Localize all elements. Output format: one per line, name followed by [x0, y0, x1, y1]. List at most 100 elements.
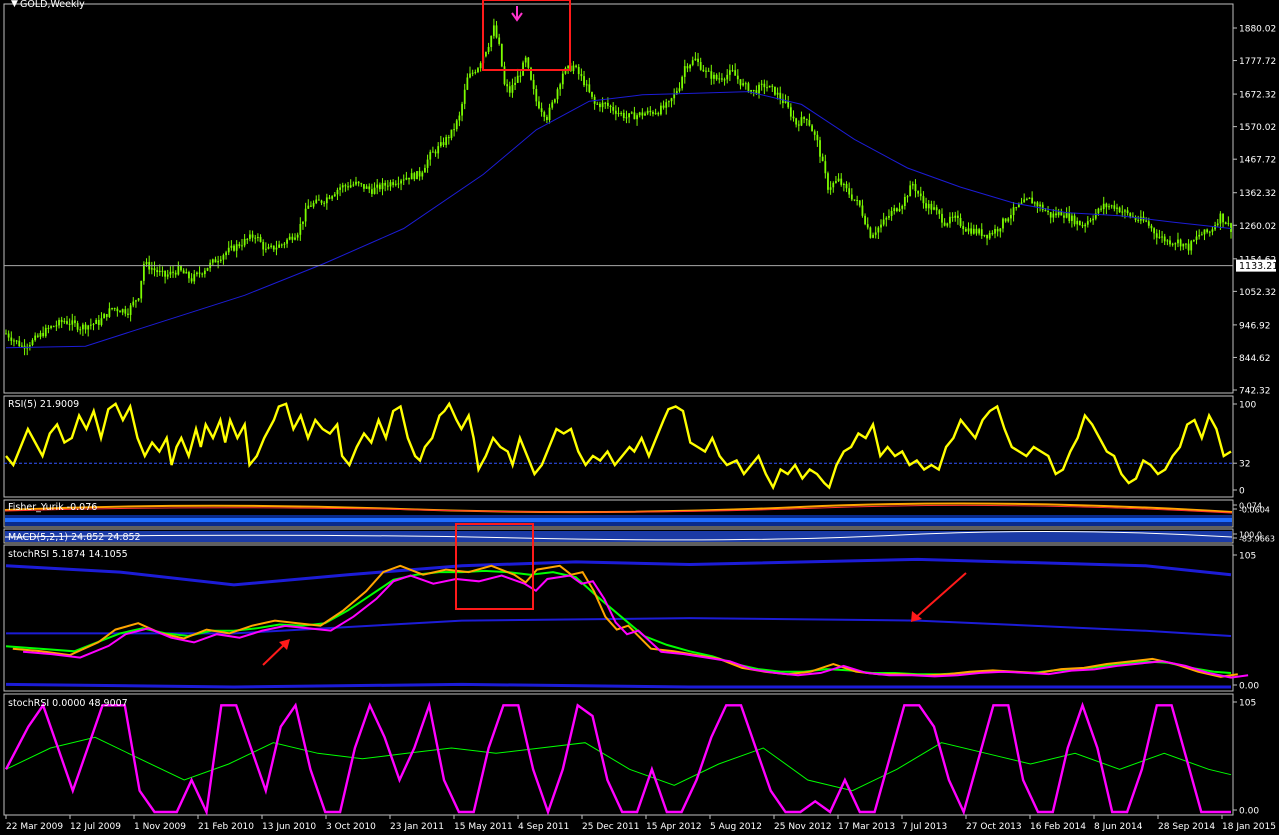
- axis-tick-label: 1672.32: [1239, 91, 1276, 101]
- price-candle-body: [1036, 202, 1039, 207]
- price-candle-body: [278, 244, 281, 248]
- price-candle-body: [771, 85, 774, 87]
- price-candle-body: [264, 248, 267, 250]
- price-candle-body: [808, 120, 811, 126]
- price-candle-body: [954, 215, 957, 218]
- time-axis-label: 22 Mar 2009: [6, 822, 63, 832]
- price-candle-body: [1137, 219, 1140, 221]
- price-candle-body: [1110, 205, 1113, 207]
- price-candle-body: [1171, 243, 1174, 245]
- price-candle-body: [1092, 218, 1095, 221]
- price-candle-body: [821, 156, 824, 162]
- price-candle-body: [52, 326, 55, 328]
- price-candle-body: [7, 333, 10, 338]
- price-candle-body: [556, 89, 559, 100]
- price-candle-body: [235, 244, 238, 251]
- price-candle-body: [402, 179, 405, 181]
- price-candle-body: [551, 102, 554, 108]
- price-candle-body: [1089, 220, 1092, 222]
- price-candle-body: [800, 117, 803, 126]
- price-candle-body: [866, 224, 869, 228]
- price-candle-body: [1025, 198, 1028, 200]
- price-candle-body: [188, 272, 190, 279]
- price-candle-body: [1147, 221, 1150, 226]
- price-candle-body: [142, 263, 145, 281]
- price-candle-body: [455, 120, 458, 130]
- price-candle-body: [1068, 212, 1071, 221]
- price-candle-body: [283, 243, 286, 245]
- price-candle-body: [339, 187, 341, 190]
- price-candle-body: [108, 308, 111, 317]
- price-candle-body: [153, 268, 156, 271]
- price-candle-body: [514, 82, 516, 85]
- price-candle-body: [74, 320, 76, 324]
- price-candle-body: [471, 72, 474, 74]
- axis-tick-label: -0.0604: [1239, 506, 1270, 515]
- price-candle-body: [816, 134, 819, 141]
- price-candle-body: [779, 92, 782, 100]
- price-dropdown-icon[interactable]: ▼: [11, 0, 18, 9]
- axis-tick-label: 1467.72: [1239, 156, 1276, 166]
- price-candle-body: [967, 228, 970, 232]
- price-candle-body: [1187, 243, 1190, 251]
- price-candle-body: [789, 107, 792, 117]
- price-candle-body: [702, 69, 705, 72]
- price-candle-body: [63, 321, 66, 323]
- price-candle-body: [392, 182, 395, 185]
- price-candle-body: [951, 216, 954, 218]
- price-candle-body: [119, 311, 121, 313]
- price-candle-body: [678, 88, 681, 92]
- price-candle-body: [1065, 212, 1068, 218]
- price-candle-body: [445, 137, 448, 146]
- price-candle-body: [906, 196, 909, 198]
- price-candle-body: [233, 245, 235, 251]
- price-candle-body: [280, 244, 283, 246]
- price-candle-body: [463, 89, 466, 104]
- price-candle-body: [180, 266, 182, 271]
- price-candle-body: [1113, 205, 1116, 209]
- price-candle-body: [837, 178, 840, 182]
- price-candle-body: [903, 196, 906, 206]
- axis-tick-label: 1570.02: [1239, 123, 1276, 133]
- price-candle-body: [256, 236, 259, 238]
- price-candle-body: [705, 70, 707, 72]
- price-candle-body: [466, 77, 469, 90]
- price-candle-body: [368, 186, 371, 190]
- price-candle-body: [983, 234, 986, 236]
- price-candle-body: [360, 183, 363, 185]
- price-candle-body: [691, 60, 694, 65]
- price-candle-body: [241, 245, 243, 247]
- price-candle-body: [577, 66, 580, 75]
- price-candle-body: [230, 245, 233, 248]
- axis-tick-label: 1362.32: [1239, 189, 1276, 199]
- price-candle-body: [357, 181, 360, 184]
- price-candle-body: [203, 270, 206, 275]
- price-candle-body: [1033, 202, 1036, 204]
- price-candle-body: [835, 181, 837, 183]
- price-candle-body: [970, 228, 973, 234]
- time-axis-label: 4 Sep 2011: [518, 822, 569, 832]
- price-candle-body: [105, 314, 108, 317]
- price-candle-body: [848, 188, 851, 195]
- price-candle-body: [495, 25, 498, 38]
- price-candle-body: [559, 84, 562, 90]
- price-candle-body: [994, 228, 996, 234]
- price-candle-body: [42, 332, 45, 337]
- axis-tick-label: 742.32: [1239, 387, 1271, 397]
- price-candle-body: [1126, 210, 1129, 214]
- price-candle-body: [601, 102, 604, 108]
- price-candle-body: [490, 35, 493, 48]
- price-candle-body: [58, 319, 60, 326]
- axis-tick-label: 0.00: [1239, 807, 1259, 817]
- price-candle-body: [458, 115, 461, 121]
- price-candle-body: [941, 213, 943, 223]
- price-candle-body: [150, 268, 153, 270]
- price-candle-body: [161, 270, 164, 272]
- price-candle-body: [919, 193, 922, 197]
- price-candle-body: [145, 261, 148, 264]
- price-candle-body: [580, 74, 583, 77]
- price-candle-body: [760, 83, 763, 85]
- price-candle-body: [1153, 228, 1156, 234]
- price-candle-body: [524, 57, 527, 63]
- price-candle-body: [654, 113, 657, 115]
